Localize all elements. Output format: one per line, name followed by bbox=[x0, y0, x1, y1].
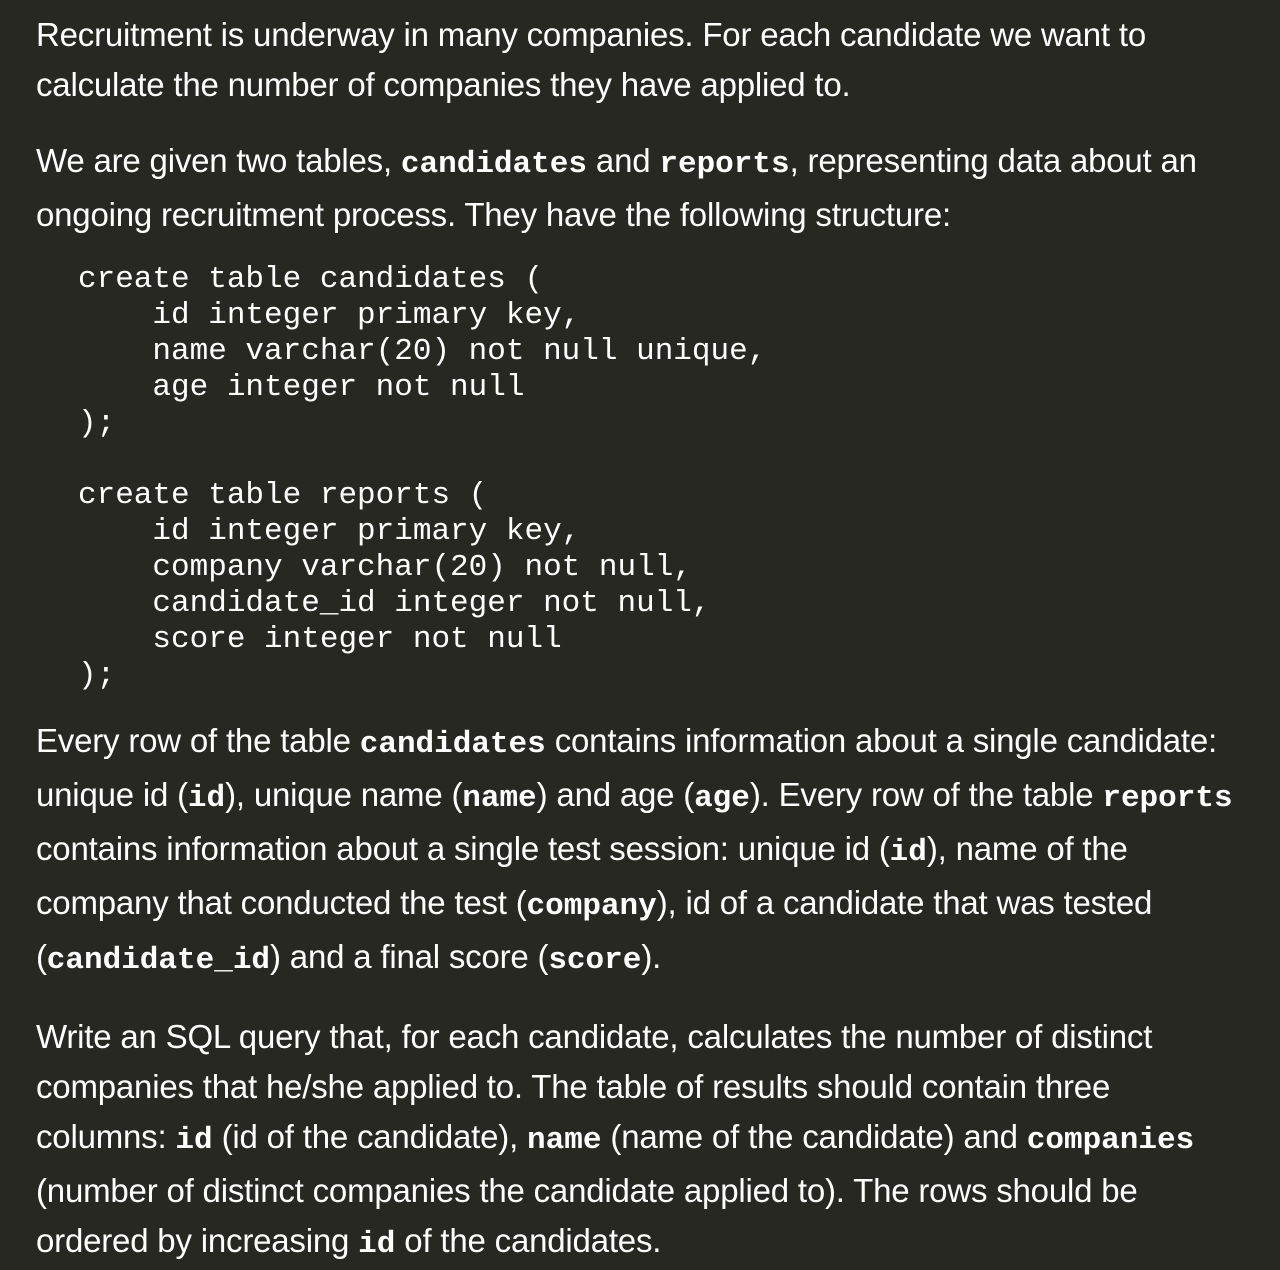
intro-paragraph: Recruitment is underway in many companie… bbox=[36, 10, 1244, 110]
code-spacer bbox=[36, 442, 1244, 478]
candidates-table-ddl: create table candidates ( id integer pri… bbox=[78, 262, 767, 441]
text-run: (id of the candidate), bbox=[212, 1118, 528, 1155]
inline-code: companies bbox=[1026, 1123, 1195, 1158]
inline-code: age bbox=[694, 781, 750, 816]
text-run: ). bbox=[641, 938, 662, 975]
intro-text: Recruitment is underway in many companie… bbox=[36, 16, 1146, 103]
text-run: ) and age ( bbox=[536, 776, 695, 813]
text-run: of the candidates. bbox=[395, 1222, 662, 1259]
text-run: ) and a final score ( bbox=[270, 938, 549, 975]
columns-paragraph: Every row of the table candidates contai… bbox=[36, 716, 1244, 986]
inline-code: candidate_id bbox=[46, 943, 271, 978]
text-run: Every row of the table bbox=[36, 722, 360, 759]
tables-paragraph: We are given two tables, candidates and … bbox=[36, 136, 1244, 240]
inline-code: id bbox=[187, 781, 226, 816]
inline-code: name bbox=[527, 1123, 602, 1158]
inline-code: reports bbox=[659, 147, 790, 182]
inline-code: id bbox=[175, 1123, 213, 1158]
inline-code: score bbox=[548, 943, 642, 978]
text-run: contains information about a single test… bbox=[36, 830, 890, 867]
text-run: (name of the candidate) and bbox=[601, 1118, 1027, 1155]
text-run: ), unique name ( bbox=[225, 776, 463, 813]
inline-code: candidates bbox=[359, 727, 546, 762]
text-run: and bbox=[586, 142, 660, 179]
text-run: We are given two tables, bbox=[36, 142, 401, 179]
text-run: ). Every row of the table bbox=[749, 776, 1103, 813]
query-task-paragraph: Write an SQL query that, for each candid… bbox=[36, 1012, 1244, 1270]
schema-code-block: create table candidates ( id integer pri… bbox=[36, 262, 1244, 694]
inline-code: candidates bbox=[400, 147, 587, 182]
task-description: Recruitment is underway in many companie… bbox=[0, 0, 1280, 1270]
inline-code: id bbox=[889, 835, 927, 870]
inline-code: company bbox=[526, 889, 657, 924]
inline-code: name bbox=[462, 781, 537, 816]
inline-code: reports bbox=[1102, 781, 1233, 816]
reports-table-ddl: create table reports ( id integer primar… bbox=[78, 478, 711, 693]
inline-code: id bbox=[358, 1227, 396, 1262]
